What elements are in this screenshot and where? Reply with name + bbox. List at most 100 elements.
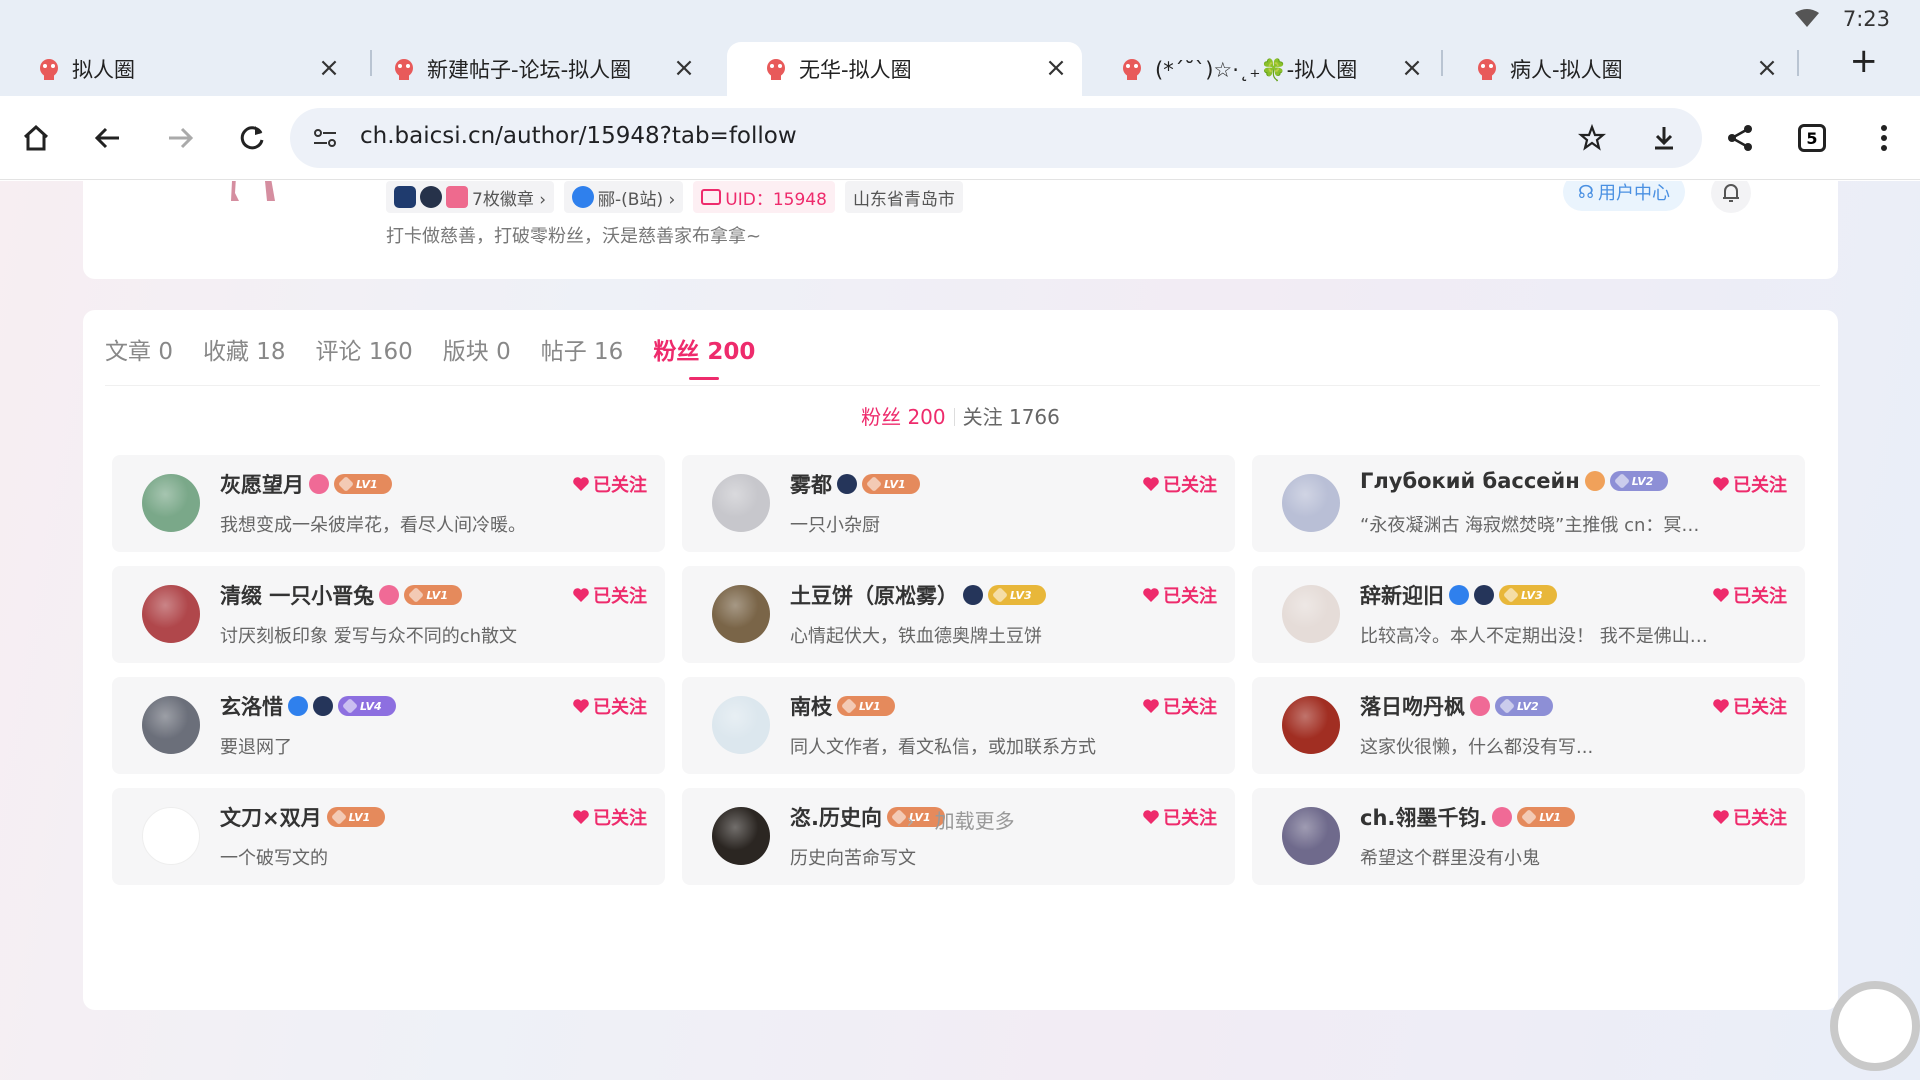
followed-button[interactable]: 已关注 bbox=[572, 471, 647, 497]
close-tab-icon[interactable]: × bbox=[1044, 55, 1068, 81]
subtab-fans[interactable]: 粉丝 200 bbox=[861, 405, 946, 429]
user-avatar[interactable] bbox=[142, 585, 200, 643]
home-icon[interactable] bbox=[12, 114, 60, 162]
close-tab-icon[interactable]: × bbox=[672, 55, 696, 81]
system-status-bar: 7:23 bbox=[0, 0, 1920, 36]
followed-label: 已关注 bbox=[593, 697, 647, 718]
badges-chip[interactable]: 7枚徽章 › bbox=[386, 181, 555, 213]
user-avatar[interactable] bbox=[712, 474, 770, 532]
browser-tab[interactable]: 新建帖子-论坛-拟人圈 × bbox=[355, 42, 710, 96]
user-signature: 同人文作者，看文私信，或加联系方式 bbox=[790, 737, 1096, 758]
user-avatar[interactable] bbox=[1282, 474, 1340, 532]
location-text: 山东省青岛市 bbox=[852, 189, 955, 210]
user-signature: “永夜凝渊古 海寂燃焚晓”主推俄 cn：冥渊 废人一... bbox=[1360, 515, 1710, 536]
level-badge: LV3 bbox=[988, 585, 1046, 605]
user-avatar[interactable] bbox=[712, 696, 770, 754]
uid-text: UID：15948 bbox=[725, 189, 827, 210]
level-badge: LV2 bbox=[1495, 696, 1553, 716]
url-text[interactable]: ch.baicsi.cn/author/15948?tab=follow bbox=[360, 123, 797, 149]
follower-card[interactable]: 文刀×双月 LV1 一个破写文的 已关注 bbox=[112, 788, 665, 885]
close-tab-icon[interactable]: × bbox=[1755, 55, 1779, 81]
tab-posts[interactable]: 帖子 16 bbox=[541, 332, 624, 376]
follower-card[interactable]: 雾都 LV1 一只小杂厨 已关注 bbox=[682, 455, 1235, 552]
tab-comments[interactable]: 评论 160 bbox=[316, 332, 413, 376]
user-avatar[interactable] bbox=[1282, 696, 1340, 754]
user-avatar[interactable] bbox=[142, 696, 200, 754]
back-arrow-icon[interactable] bbox=[84, 114, 132, 162]
user-name[interactable]: 玄洛惜 bbox=[220, 691, 283, 721]
user-name[interactable]: 南枝 bbox=[790, 691, 832, 721]
browser-tab[interactable]: 拟人圈 × bbox=[0, 42, 355, 96]
followed-button[interactable]: 已关注 bbox=[1712, 582, 1787, 608]
user-name-row: Глубокий бассейн LV2 bbox=[1360, 469, 1668, 493]
user-name[interactable]: 土豆饼（原凇雾） bbox=[790, 580, 958, 610]
followed-button[interactable]: 已关注 bbox=[572, 693, 647, 719]
close-tab-icon[interactable]: × bbox=[1400, 55, 1424, 81]
group-badge-icon bbox=[446, 186, 468, 208]
browser-tab-active[interactable]: 无华-拟人圈 × bbox=[727, 42, 1082, 96]
tab-boards[interactable]: 版块 0 bbox=[443, 332, 511, 376]
user-avatar[interactable] bbox=[1282, 585, 1340, 643]
level-badge: LV4 bbox=[338, 696, 396, 716]
follower-card[interactable]: 玄洛惜 LV4 要退网了 已关注 bbox=[112, 677, 665, 774]
followed-button[interactable]: 已关注 bbox=[572, 582, 647, 608]
verified-icon bbox=[1449, 585, 1469, 605]
bookmark-star-icon[interactable] bbox=[1578, 124, 1606, 152]
user-name[interactable]: 辞新迎旧 bbox=[1360, 580, 1444, 610]
user-name[interactable]: 灰愿望月 bbox=[220, 469, 304, 499]
tab-articles[interactable]: 文章 0 bbox=[105, 332, 173, 376]
followed-button[interactable]: 已关注 bbox=[1142, 471, 1217, 497]
tab-fans[interactable]: 粉丝 200 bbox=[653, 332, 755, 380]
user-center-button[interactable]: ☊ 用户中心 bbox=[1563, 181, 1685, 211]
overflow-menu-icon[interactable] bbox=[1860, 114, 1908, 162]
follower-card[interactable]: 土豆饼（原凇雾） LV3 心情起伏大，铁血德奥牌土豆饼 已关注 bbox=[682, 566, 1235, 663]
load-more-button[interactable]: › 加载更多 bbox=[83, 805, 1838, 834]
heart-icon bbox=[1143, 477, 1159, 491]
wifi-icon bbox=[1795, 9, 1819, 27]
site-settings-icon[interactable] bbox=[312, 126, 338, 150]
follow-subtabs: 粉丝 200 关注 1766 bbox=[83, 401, 1838, 430]
follower-card[interactable]: 落日吻丹枫 LV2 这家伙很懒，什么都没有写... 已关注 bbox=[1252, 677, 1805, 774]
subtab-following[interactable]: 关注 1766 bbox=[963, 405, 1060, 429]
notification-bell-icon[interactable] bbox=[1711, 181, 1751, 213]
follower-card[interactable]: 灰愿望月 LV1 我想变成一朵彼岸花，看尽人间冷暖。 已关注 bbox=[112, 455, 665, 552]
user-name[interactable]: 清缀 一只小晋兔 bbox=[220, 580, 374, 610]
new-tab-button[interactable]: + bbox=[1850, 44, 1879, 78]
follower-card[interactable]: 恣.历史向 LV1 历史向苦命写文 已关注 bbox=[682, 788, 1235, 885]
bilibili-chip[interactable]: 郦-(B站) › bbox=[564, 181, 684, 213]
followed-button[interactable]: 已关注 bbox=[1712, 693, 1787, 719]
follower-card[interactable]: 辞新迎旧 LV3 比较高冷。本人不定期出没！ 我不是佛山人呀! 已关注 bbox=[1252, 566, 1805, 663]
user-name[interactable]: 雾都 bbox=[790, 469, 832, 499]
user-avatar[interactable] bbox=[712, 585, 770, 643]
follower-card[interactable]: Глубокий бассейн LV2 “永夜凝渊古 海寂燃焚晓”主推俄 cn：冥… bbox=[1252, 455, 1805, 552]
tab-switcher-button[interactable]: 5 bbox=[1788, 114, 1836, 162]
download-icon[interactable] bbox=[1650, 124, 1678, 152]
floating-assistant-button[interactable] bbox=[1830, 981, 1920, 1071]
followed-button[interactable]: 已关注 bbox=[1712, 471, 1787, 497]
follower-card[interactable]: 南枝 LV1 同人文作者，看文私信，或加联系方式 已关注 bbox=[682, 677, 1235, 774]
followed-label: 已关注 bbox=[593, 475, 647, 496]
address-bar[interactable]: ch.baicsi.cn/author/15948?tab=follow bbox=[290, 108, 1702, 168]
user-center-label: 用户中心 bbox=[1598, 183, 1670, 204]
follower-card[interactable]: 清缀 一只小晋兔 LV1 讨厌刻板印象 爱写与众不同的ch散文 已关注 bbox=[112, 566, 665, 663]
profile-avatar-image bbox=[231, 181, 275, 201]
browser-tab[interactable]: 病人-拟人圈 × bbox=[1438, 42, 1793, 96]
followed-button[interactable]: 已关注 bbox=[1142, 582, 1217, 608]
followed-button[interactable]: 已关注 bbox=[1142, 693, 1217, 719]
tab-title: (*´˘`)☆·˛₊🍀-拟人圈 bbox=[1155, 58, 1358, 82]
medal-icon bbox=[394, 186, 416, 208]
uid-chip: UID：15948 bbox=[693, 181, 835, 213]
site-favicon-icon bbox=[767, 59, 785, 80]
forward-arrow-icon[interactable] bbox=[156, 114, 204, 162]
reload-icon[interactable] bbox=[228, 114, 276, 162]
user-avatar[interactable] bbox=[142, 474, 200, 532]
tab-favorites[interactable]: 收藏 18 bbox=[203, 332, 286, 376]
heart-icon bbox=[1713, 699, 1729, 713]
user-name[interactable]: 落日吻丹枫 bbox=[1360, 691, 1465, 721]
close-tab-icon[interactable]: × bbox=[317, 55, 341, 81]
share-icon[interactable] bbox=[1716, 114, 1764, 162]
browser-tab[interactable]: (*´˘`)☆·˛₊🍀-拟人圈 × bbox=[1083, 42, 1438, 96]
follower-card[interactable]: ch.翎墨千钧. LV1 希望这个群里没有小鬼 已关注 bbox=[1252, 788, 1805, 885]
user-name[interactable]: Глубокий бассейн bbox=[1360, 469, 1580, 493]
load-more-label: 加载更多 bbox=[934, 809, 1015, 833]
